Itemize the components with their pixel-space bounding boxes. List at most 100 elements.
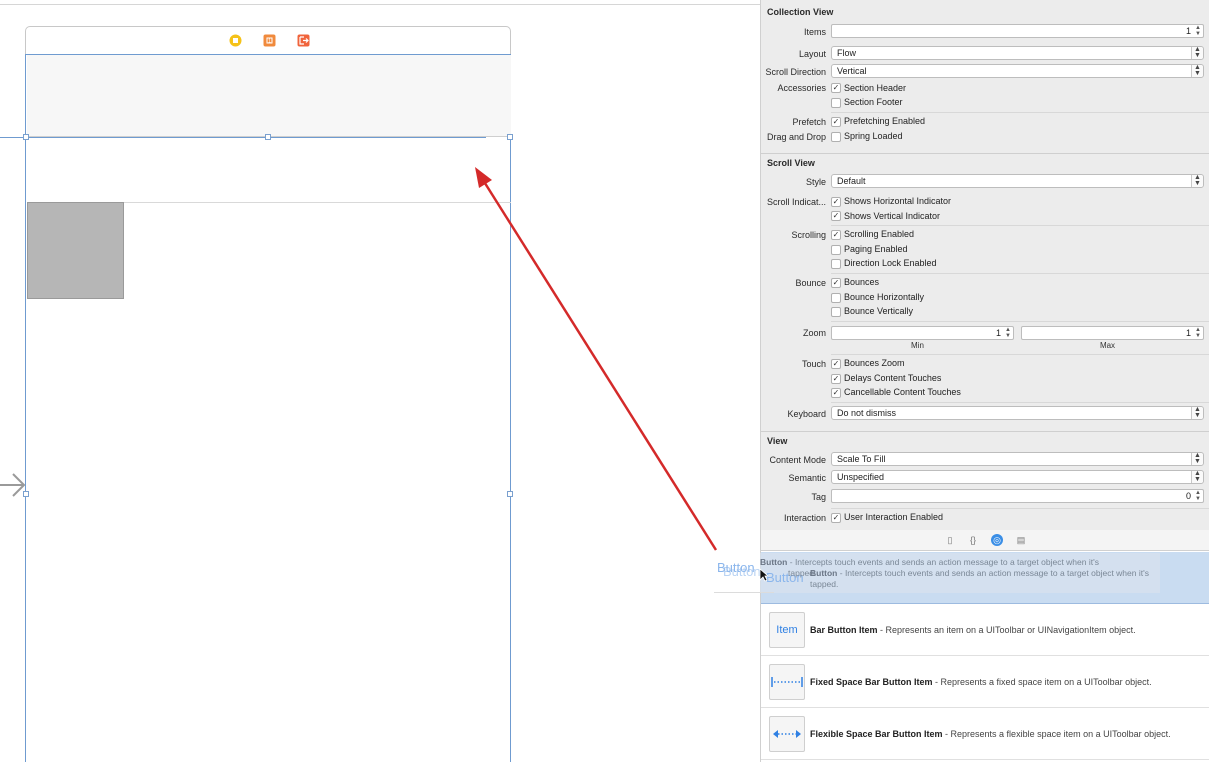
section-footer-label: Section Footer xyxy=(844,97,903,107)
content-mode-value: Scale To Fill xyxy=(837,454,886,464)
bounce-label: Bounce xyxy=(795,278,826,288)
shows-horizontal-indicator-label: Shows Horizontal Indicator xyxy=(844,196,952,206)
library-tab-bar: ▯ {} ◎ ▤ xyxy=(761,530,1209,551)
group-divider xyxy=(831,225,1209,226)
items-value: 1 xyxy=(1185,26,1191,36)
layout-label: Layout xyxy=(798,49,826,59)
direction-lock-checkbox[interactable] xyxy=(831,259,841,269)
tag-stepper-icon[interactable]: ▲ ▼ xyxy=(1194,490,1202,502)
mouse-pointer-icon xyxy=(759,568,769,582)
media-library-icon[interactable]: ▤ xyxy=(1015,534,1027,546)
accessories-label: Accessories xyxy=(777,83,826,93)
section-divider xyxy=(761,431,1209,432)
scrolling-enabled-label: Scrolling Enabled xyxy=(844,229,915,239)
popup-chevron-icon: ▲ ▼ xyxy=(1191,406,1203,419)
scroll-direction-label: Scroll Direction xyxy=(765,67,826,77)
group-divider xyxy=(831,321,1209,322)
items-field[interactable]: 1 ▲ ▼ xyxy=(831,24,1204,38)
content-mode-popup[interactable]: Scale To Fill ▲ ▼ xyxy=(831,452,1204,466)
semantic-popup[interactable]: Unspecified ▲ ▼ xyxy=(831,470,1204,484)
item-name: Flexible Space Bar Button Item xyxy=(810,729,943,739)
drag-and-drop-label: Drag and Drop xyxy=(766,132,826,142)
group-divider xyxy=(831,508,1209,509)
tag-value: 0 xyxy=(1185,491,1191,501)
zoom-min-field[interactable]: 1 ▲ ▼ xyxy=(831,326,1014,340)
style-popup[interactable]: Default ▲ ▼ xyxy=(831,174,1204,188)
ghost-description-2: Button - Intercepts touch events and sen… xyxy=(810,568,1149,578)
prefetching-enabled-checkbox[interactable]: ✓ xyxy=(831,117,841,127)
file-template-icon[interactable]: ▯ xyxy=(944,534,956,546)
style-value: Default xyxy=(837,176,866,186)
flexible-space-text: Flexible Space Bar Button Item - Represe… xyxy=(810,729,1190,739)
zoom-label: Zoom xyxy=(802,328,826,338)
style-label: Style xyxy=(805,177,826,187)
shows-vertical-indicator-label: Shows Vertical Indicator xyxy=(844,211,941,221)
ghost-description: Button - Intercepts touch events and sen… xyxy=(760,557,1099,567)
section-header-checkbox[interactable]: ✓ xyxy=(831,83,841,93)
items-label: Items xyxy=(803,27,826,37)
popup-chevron-icon: ▲ ▼ xyxy=(1191,46,1203,59)
cancellable-content-touches-checkbox[interactable]: ✓ xyxy=(831,388,841,398)
shows-horizontal-indicator-checkbox[interactable]: ✓ xyxy=(831,197,841,207)
scrolling-enabled-checkbox[interactable]: ✓ xyxy=(831,230,841,240)
prefetch-label: Prefetch xyxy=(792,117,826,127)
library-item-flexible-space[interactable]: Flexible Space Bar Button Item - Represe… xyxy=(761,708,1209,760)
zoom-max-label: Max xyxy=(1099,341,1116,350)
user-interaction-enabled-checkbox[interactable]: ✓ xyxy=(831,513,841,523)
bounces-zoom-checkbox[interactable]: ✓ xyxy=(831,359,841,369)
prefetching-enabled-label: Prefetching Enabled xyxy=(844,116,926,126)
zoom-min-label: Min xyxy=(911,341,924,350)
collection-view-section-title: Collection View xyxy=(767,7,834,17)
spring-loaded-checkbox[interactable] xyxy=(831,132,841,142)
fixed-space-text: Fixed Space Bar Button Item - Represents… xyxy=(810,677,1190,687)
section-header-label: Section Header xyxy=(844,83,907,93)
layout-popup[interactable]: Flow ▲ ▼ xyxy=(831,46,1204,60)
library-item-bar-button-item[interactable]: Item Bar Button Item - Represents an ite… xyxy=(761,604,1209,656)
object-library-icon[interactable]: ◎ xyxy=(991,534,1003,546)
bar-button-item-thumbnail: Item xyxy=(769,612,805,648)
ghost-underline xyxy=(714,592,774,593)
shows-vertical-indicator-checkbox[interactable]: ✓ xyxy=(831,211,841,221)
fixed-space-icon xyxy=(769,664,805,700)
bar-button-item-text: Bar Button Item - Represents an item on … xyxy=(810,625,1190,635)
bounce-vertically-checkbox[interactable] xyxy=(831,307,841,317)
spring-loaded-label: Spring Loaded xyxy=(844,131,903,141)
library-item-fixed-space[interactable]: Fixed Space Bar Button Item - Represents… xyxy=(761,656,1209,708)
keyboard-popup[interactable]: Do not dismiss ▲ ▼ xyxy=(831,406,1204,420)
tag-label: Tag xyxy=(811,492,826,502)
item-description: - Represents a fixed space item on a UIT… xyxy=(932,677,1152,687)
ghost-item-description: - Intercepts touch events and sends an a… xyxy=(787,557,1099,567)
cancellable-content-touches-label: Cancellable Content Touches xyxy=(844,387,961,397)
drag-direction-arrow-icon xyxy=(475,167,718,551)
item-description: - Represents a flexible space item on a … xyxy=(942,729,1171,739)
zoom-min-stepper-icon[interactable]: ▲ ▼ xyxy=(1004,327,1012,339)
ghost-description-2-tail: tapped. xyxy=(810,579,839,589)
paging-enabled-label: Paging Enabled xyxy=(844,244,908,254)
bounces-zoom-label: Bounces Zoom xyxy=(844,358,905,368)
ghost-item-description: - Intercepts touch events and sends an a… xyxy=(837,568,1149,578)
content-mode-label: Content Mode xyxy=(769,455,826,465)
semantic-value: Unspecified xyxy=(837,472,885,482)
scrolling-label: Scrolling xyxy=(791,230,826,240)
item-name: Bar Button Item xyxy=(810,625,878,635)
delays-content-touches-checkbox[interactable]: ✓ xyxy=(831,374,841,384)
zoom-max-stepper-icon[interactable]: ▲ ▼ xyxy=(1194,327,1202,339)
paging-enabled-checkbox[interactable] xyxy=(831,245,841,255)
bounces-checkbox[interactable]: ✓ xyxy=(831,278,841,288)
item-description: - Represents an item on a UIToolbar or U… xyxy=(877,625,1136,635)
direction-lock-label: Direction Lock Enabled xyxy=(844,258,937,268)
keyboard-value: Do not dismiss xyxy=(837,408,897,418)
scroll-direction-popup[interactable]: Vertical ▲ ▼ xyxy=(831,64,1204,78)
tag-field[interactable]: 0 ▲ ▼ xyxy=(831,489,1204,503)
user-interaction-enabled-label: User Interaction Enabled xyxy=(844,512,944,522)
bounce-horizontally-checkbox[interactable] xyxy=(831,293,841,303)
items-stepper-icon[interactable]: ▲ ▼ xyxy=(1194,25,1202,37)
layout-value: Flow xyxy=(837,48,857,58)
section-footer-checkbox[interactable] xyxy=(831,98,841,108)
semantic-label: Semantic xyxy=(788,473,826,483)
interaction-label: Interaction xyxy=(783,513,826,523)
bounces-label: Bounces xyxy=(844,277,880,287)
popup-chevron-icon: ▲ ▼ xyxy=(1191,470,1203,483)
code-snippet-icon[interactable]: {} xyxy=(967,534,979,546)
zoom-max-field[interactable]: 1 ▲ ▼ xyxy=(1021,326,1204,340)
